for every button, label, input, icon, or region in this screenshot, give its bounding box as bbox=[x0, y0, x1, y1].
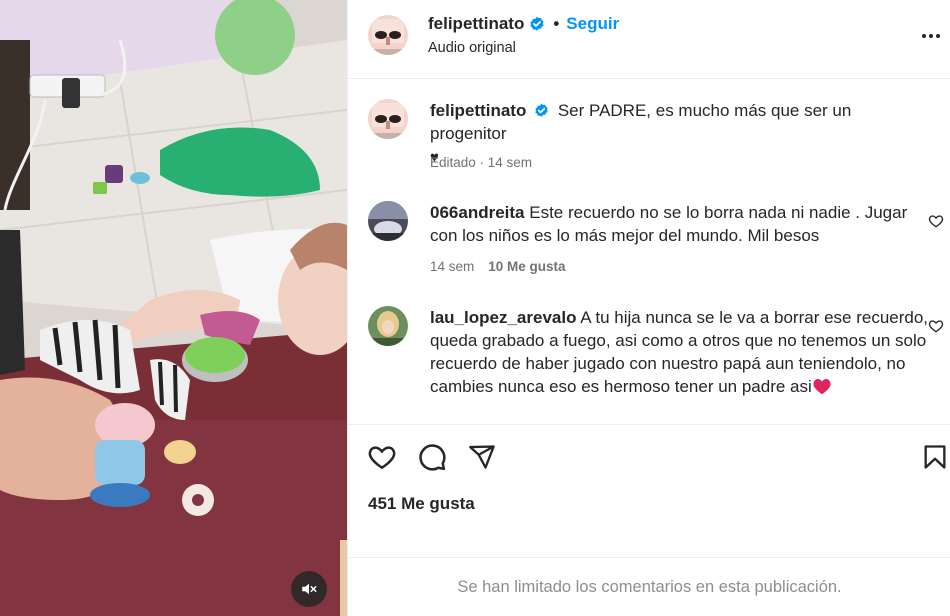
share-button[interactable] bbox=[466, 441, 498, 473]
post-video[interactable] bbox=[0, 0, 347, 616]
small-heart-icon[interactable] bbox=[928, 318, 944, 334]
comments-limited-notice: Se han limitado los comentarios en esta … bbox=[348, 557, 950, 616]
author-avatar[interactable] bbox=[368, 15, 408, 55]
save-icon bbox=[924, 445, 946, 469]
mute-icon bbox=[302, 583, 317, 595]
comment-text: lau_lopez_arevalo A tu hija nunca se le … bbox=[430, 306, 930, 398]
comments-section[interactable]: felipettinato Ser PADRE, es mucho más qu… bbox=[348, 80, 950, 424]
red-heart-icon bbox=[813, 379, 831, 395]
author-avatar[interactable] bbox=[368, 99, 408, 139]
commenter-avatar[interactable] bbox=[368, 201, 408, 241]
post-details-panel: felipettinato • Seguir Audio original fe… bbox=[347, 0, 950, 616]
comment-time: 14 sem bbox=[430, 259, 475, 274]
save-button[interactable] bbox=[919, 441, 950, 473]
like-icon bbox=[368, 446, 396, 470]
more-options-button[interactable] bbox=[919, 24, 943, 48]
verified-badge-icon bbox=[530, 16, 544, 31]
likes-count[interactable]: 451 Me gusta bbox=[368, 494, 475, 514]
video-frame bbox=[0, 0, 347, 616]
header-separator: • bbox=[553, 14, 560, 33]
follow-button[interactable]: Seguir bbox=[566, 14, 619, 34]
comment-username[interactable]: 066andreita bbox=[430, 203, 525, 222]
comment-icon bbox=[419, 444, 446, 471]
comment-username[interactable]: lau_lopez_arevalo bbox=[430, 308, 576, 327]
post-header: felipettinato • Seguir Audio original bbox=[348, 0, 950, 79]
small-heart-icon[interactable] bbox=[928, 213, 944, 229]
comment-likes[interactable]: 10 Me gusta bbox=[488, 259, 565, 274]
mute-toggle-button[interactable] bbox=[291, 571, 327, 607]
caption-username[interactable]: felipettinato bbox=[430, 101, 526, 120]
caption-meta: Editado · 14 sem bbox=[430, 155, 532, 170]
share-icon bbox=[469, 445, 495, 469]
like-button[interactable] bbox=[366, 441, 398, 473]
commenter-avatar[interactable] bbox=[368, 306, 408, 346]
caption-edited-time: Editado · 14 sem bbox=[430, 155, 533, 170]
comment-button[interactable] bbox=[416, 441, 448, 473]
red-heart-emoji bbox=[812, 377, 832, 396]
comment-text: 066andreita Este recuerdo no se lo borra… bbox=[430, 201, 930, 247]
verified-badge-icon bbox=[535, 103, 548, 117]
comment-meta: 14 sem 10 Me gusta bbox=[430, 259, 566, 274]
post-actions: 451 Me gusta bbox=[348, 424, 950, 557]
more-options-icon bbox=[922, 34, 940, 38]
audio-label[interactable]: Audio original bbox=[428, 40, 516, 56]
author-username[interactable]: felipettinato bbox=[428, 14, 524, 34]
